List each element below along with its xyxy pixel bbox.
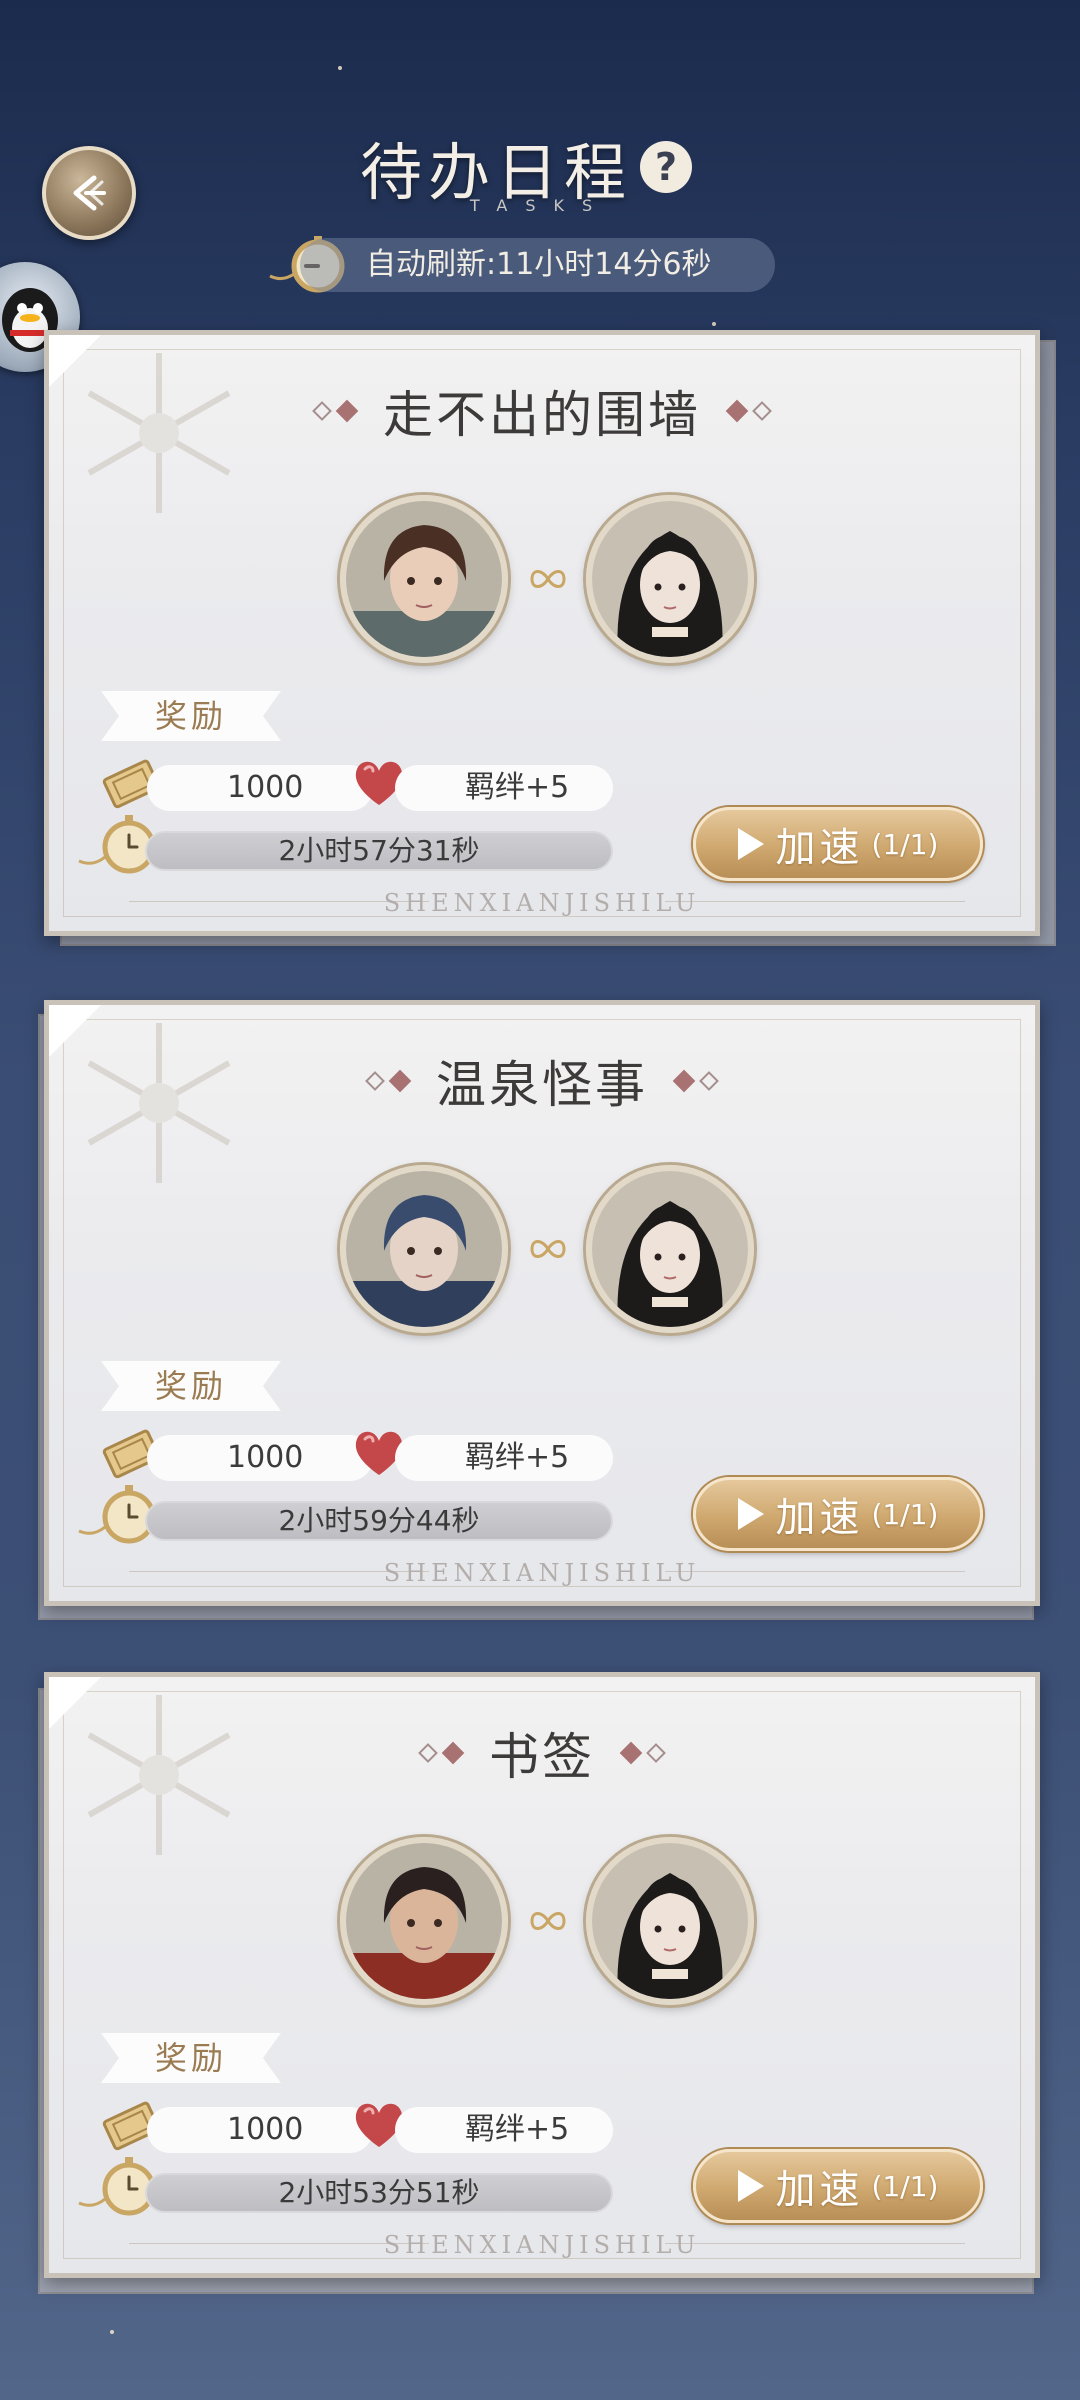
- character-pair: [49, 1165, 1035, 1335]
- bond-reward: 羁绊+5: [395, 2107, 613, 2153]
- diamond-ornament-right: [725, 399, 772, 423]
- bond-reward: 羁绊+5: [395, 1435, 613, 1481]
- speedup-count: (1/1): [871, 1497, 939, 1531]
- infinity-link-icon: [530, 1912, 566, 1930]
- task-timer-text: 2小时53分51秒: [278, 2176, 480, 2209]
- reward-label: 奖励: [101, 2033, 281, 2083]
- card-footer-brand: SHENXIANJISHILU: [383, 1559, 701, 1587]
- character-pair: [49, 1837, 1035, 2007]
- character-portrait: [346, 1171, 502, 1327]
- star-speck: [338, 66, 342, 70]
- speedup-label: 加速: [775, 2167, 864, 2213]
- task-title: 走不出的围墙: [383, 386, 701, 444]
- task-timer-text: 2小时59分44秒: [278, 1504, 480, 1537]
- speedup-label: 加速: [775, 825, 864, 871]
- speedup-button[interactable]: 加速 (1/1): [693, 2149, 983, 2223]
- diamond-ornament-right: [619, 1741, 666, 1765]
- currency-reward: 1000: [147, 2107, 373, 2153]
- character-avatar-right[interactable]: [586, 1165, 754, 1333]
- task-card: 走不出的围墙 奖励 1000 羁绊+5 2小时57分31秒 加速 (1/1) S…: [44, 330, 1040, 936]
- card-footer-brand: SHENXIANJISHILU: [383, 889, 701, 917]
- page-subtitle: TASKS: [469, 196, 611, 215]
- play-icon: [737, 828, 764, 860]
- question-icon[interactable]: ?: [640, 141, 693, 193]
- currency-reward: 1000: [147, 1435, 373, 1481]
- card-footer-brand: SHENXIANJISHILU: [383, 2231, 701, 2259]
- task-timer-bar: 2小时53分51秒: [145, 2173, 613, 2213]
- diamond-ornament-left: [312, 399, 359, 423]
- character-avatar-right[interactable]: [586, 495, 754, 663]
- task-card: 温泉怪事 奖励 1000 羁绊+5 2小时59分44秒 加速 (1/1) SHE…: [44, 1000, 1040, 1606]
- character-avatar-left[interactable]: [340, 1165, 508, 1333]
- speedup-count: (1/1): [871, 2169, 939, 2203]
- character-avatar-left[interactable]: [340, 495, 508, 663]
- star-speck: [110, 2330, 114, 2334]
- play-icon: [737, 2170, 764, 2202]
- reward-label: 奖励: [101, 1361, 281, 1411]
- auto-refresh-countdown: 自动刷新:11小时14分6秒: [300, 238, 775, 292]
- character-portrait: [592, 1843, 748, 1999]
- character-avatar-left[interactable]: [340, 1837, 508, 2005]
- play-icon: [737, 1498, 764, 1530]
- diamond-ornament-left: [365, 1069, 412, 1093]
- character-avatar-right[interactable]: [586, 1837, 754, 2005]
- speedup-button[interactable]: 加速 (1/1): [693, 1477, 983, 1551]
- task-timer-bar: 2小时59分44秒: [145, 1501, 613, 1541]
- currency-reward: 1000: [147, 765, 373, 811]
- character-portrait: [592, 501, 748, 657]
- task-title: 书签: [489, 1728, 595, 1786]
- infinity-link-icon: [530, 570, 566, 588]
- speedup-button[interactable]: 加速 (1/1): [693, 807, 983, 881]
- task-card: 书签 奖励 1000 羁绊+5 2小时53分51秒 加速 (1/1) SHENX…: [44, 1672, 1040, 2278]
- character-portrait: [346, 1843, 502, 1999]
- task-timer-bar: 2小时57分31秒: [145, 831, 613, 871]
- task-title-row: 走不出的围墙: [49, 375, 1035, 447]
- back-button[interactable]: [42, 146, 136, 240]
- speedup-label: 加速: [775, 1495, 864, 1541]
- task-timer-text: 2小时57分31秒: [278, 834, 480, 867]
- diamond-ornament-left: [418, 1741, 465, 1765]
- character-portrait: [346, 501, 502, 657]
- task-title-row: 温泉怪事: [49, 1045, 1035, 1117]
- bond-reward: 羁绊+5: [395, 765, 613, 811]
- task-title: 温泉怪事: [436, 1056, 648, 1114]
- star-speck: [712, 322, 716, 326]
- infinity-link-icon: [530, 1240, 566, 1258]
- speedup-count: (1/1): [871, 827, 939, 861]
- character-portrait: [592, 1171, 748, 1327]
- diamond-ornament-right: [672, 1069, 719, 1093]
- task-title-row: 书签: [49, 1717, 1035, 1789]
- reward-label: 奖励: [101, 691, 281, 741]
- character-pair: [49, 495, 1035, 665]
